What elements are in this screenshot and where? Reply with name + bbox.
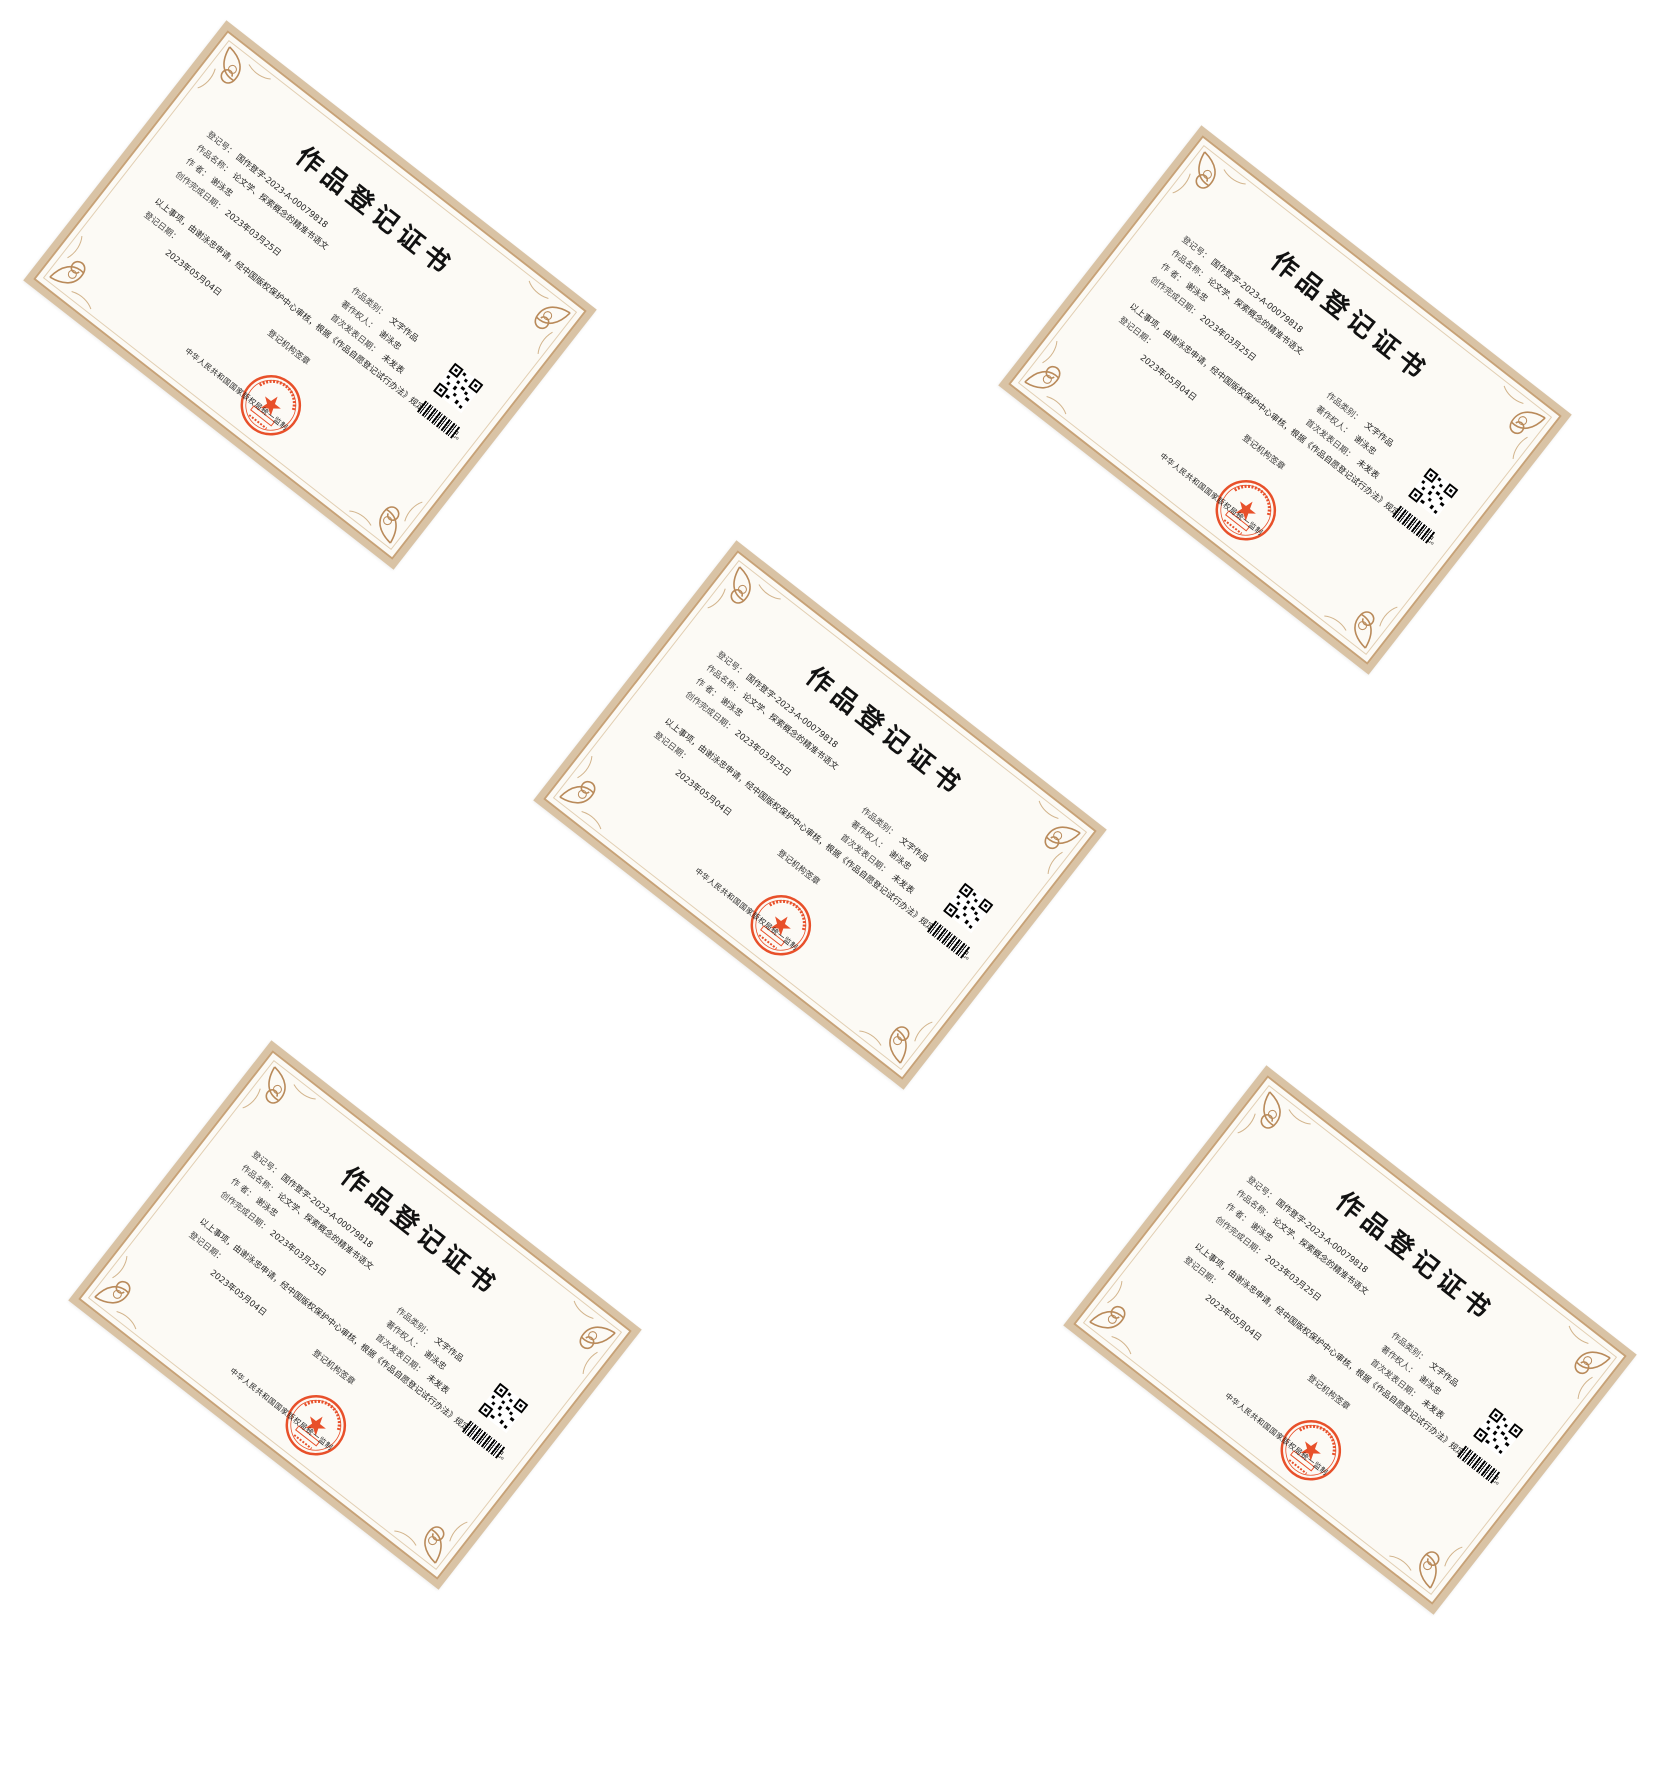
certificate-4: 作品登记证书 登记号： 国作登字-2023-A-00079818 作品名称： 论…	[68, 1040, 642, 1590]
certificate-5: 作品登记证书 登记号： 国作登字-2023-A-00079818 作品名称： 论…	[1063, 1065, 1637, 1615]
certificate-paper: 作品登记证书 登记号： 国作登字-2023-A-00079818 作品名称： 论…	[78, 1050, 632, 1580]
certificate-paper: 作品登记证书 登记号： 国作登字-2023-A-00079818 作品名称： 论…	[33, 30, 587, 560]
certificate-1: 作品登记证书 登记号： 国作登字-2023-A-00079818 作品名称： 论…	[23, 20, 597, 570]
certificate-3: 作品登记证书 登记号： 国作登字-2023-A-00079818 作品名称： 论…	[533, 540, 1107, 1090]
certificate-paper: 作品登记证书 登记号： 国作登字-2023-A-00079818 作品名称： 论…	[1073, 1075, 1627, 1605]
certificate-paper: 作品登记证书 登记号： 国作登字-2023-A-00079818 作品名称： 论…	[1008, 135, 1562, 665]
certificate-2: 作品登记证书 登记号： 国作登字-2023-A-00079818 作品名称： 论…	[998, 125, 1572, 675]
certificate-paper: 作品登记证书 登记号： 国作登字-2023-A-00079818 作品名称： 论…	[543, 550, 1097, 1080]
